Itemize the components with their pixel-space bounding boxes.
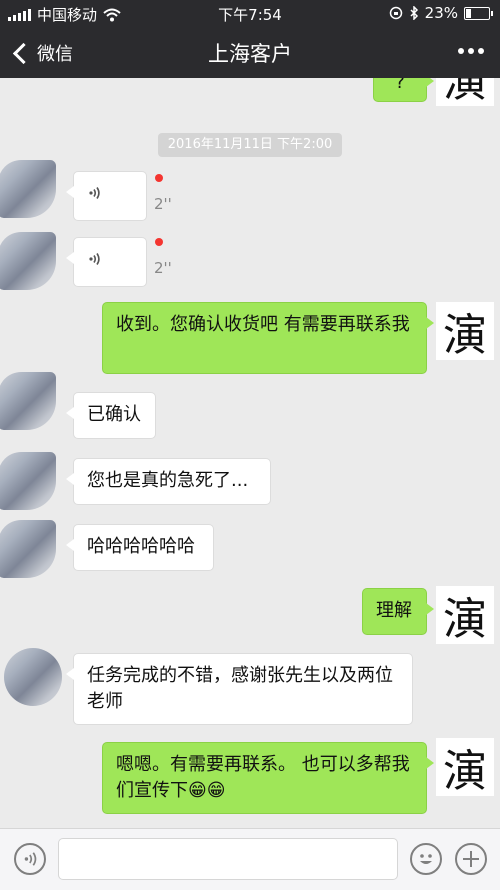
voice-icon: [89, 253, 100, 265]
avatar-me[interactable]: 演: [436, 302, 494, 361]
input-bar: [0, 828, 500, 890]
avatar-contact[interactable]: [0, 372, 56, 430]
chat-bubble-received[interactable]: 任务完成的不错，感谢张先生以及两位老师: [66, 653, 413, 725]
avatar-contact[interactable]: [0, 160, 56, 218]
emoji-icon: [420, 854, 432, 864]
avatar-me[interactable]: 演: [436, 586, 494, 645]
voice-icon: [24, 852, 37, 866]
avatar-me[interactable]: 演: [436, 78, 494, 107]
chat-bubble-received[interactable]: 哈哈哈哈哈哈: [66, 524, 214, 571]
more-icon[interactable]: [458, 48, 484, 54]
plus-icon: [463, 851, 479, 867]
avatar-contact[interactable]: [0, 520, 56, 578]
avatar-contact[interactable]: [4, 648, 62, 706]
chat-bubble-sent[interactable]: 嗯嗯。有需要再联系。 也可以多帮我们宣传下😁😁: [102, 742, 434, 814]
chat-area[interactable]: ? 演 2016年11月11日 下午2:00 2'' 2'' 收到。您确认收货吧…: [0, 78, 500, 828]
unread-dot: [155, 238, 163, 246]
message-input[interactable]: [58, 838, 398, 880]
avatar-contact[interactable]: [0, 232, 56, 290]
voice-icon: [89, 187, 100, 199]
voice-duration: 2'': [154, 259, 172, 277]
chat-bubble-sent[interactable]: 理解: [362, 588, 434, 635]
avatar-contact[interactable]: [0, 452, 56, 510]
message-timestamp: 2016年11月11日 下午2:00: [158, 133, 342, 157]
lock-rotation-icon: [389, 6, 402, 20]
chat-title: 上海客户: [208, 42, 292, 66]
voice-message[interactable]: [66, 171, 147, 221]
battery-percent: 23%: [424, 4, 458, 22]
status-bar: 中国移动 下午7:54 23%: [0, 0, 500, 26]
voice-message[interactable]: [66, 237, 147, 287]
chat-bubble-received[interactable]: 您也是真的急死了...: [66, 458, 271, 505]
chat-bubble-partial[interactable]: ?: [373, 78, 434, 102]
emoji-button[interactable]: [410, 843, 442, 875]
voice-input-button[interactable]: [14, 843, 46, 875]
unread-dot: [155, 174, 163, 182]
voice-duration: 2'': [154, 195, 172, 213]
chat-bubble-sent[interactable]: 收到。您确认收货吧 有需要再联系我: [102, 302, 434, 374]
battery-icon: [464, 6, 493, 20]
nav-bar: 微信 上海客户: [0, 26, 500, 78]
bluetooth-icon: [410, 6, 418, 20]
avatar-me[interactable]: 演: [436, 738, 494, 797]
chat-bubble-received[interactable]: 已确认: [66, 392, 156, 439]
plus-button[interactable]: [455, 843, 487, 875]
